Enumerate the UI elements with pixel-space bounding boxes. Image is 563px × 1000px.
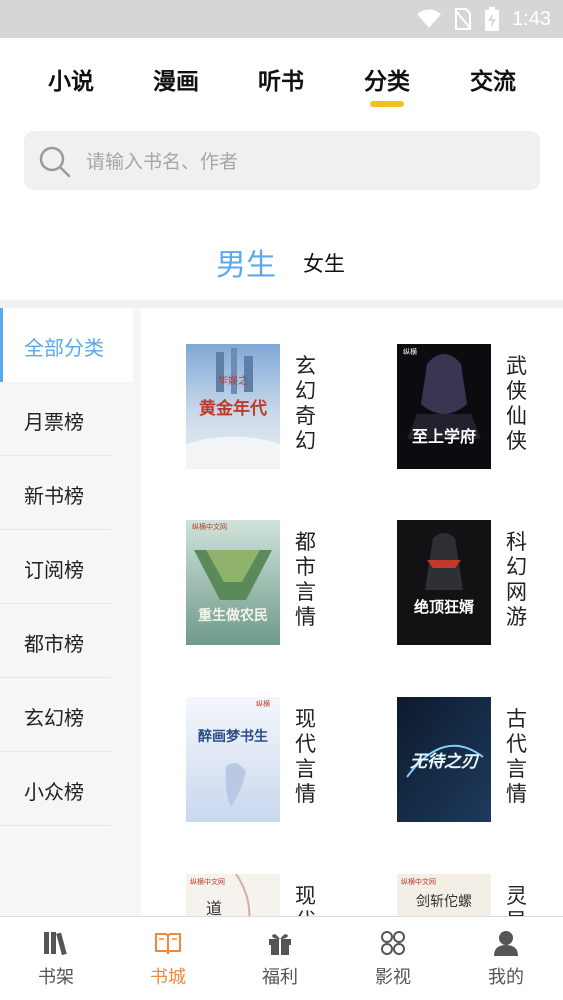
book-cover: 绝顶狂婿 bbox=[397, 520, 491, 645]
nav-bookshelf[interactable]: 书架 bbox=[0, 917, 112, 1000]
category-card[interactable]: 绝顶狂婿 科幻网游 bbox=[397, 520, 563, 650]
cover-brand: 纵横中文网 bbox=[401, 877, 436, 886]
book-cover: 纵横中文网 道 bbox=[186, 874, 280, 916]
book-cover: 无待之刃 bbox=[397, 697, 491, 822]
cover-brand: 纵横中文网 bbox=[190, 877, 225, 886]
sidebar-item-label: 小众榜 bbox=[24, 780, 84, 804]
no-sim-icon bbox=[454, 8, 472, 30]
search-placeholder: 请输入书名、作者 bbox=[86, 151, 239, 173]
category-name: 武侠仙侠 bbox=[506, 354, 527, 453]
sidebar-item-label: 玄幻榜 bbox=[24, 706, 84, 730]
nav-profile[interactable]: 我的 bbox=[450, 917, 562, 1000]
cover-title: 重生做农民 bbox=[198, 607, 268, 624]
cover-title: 道 bbox=[206, 899, 222, 916]
category-card[interactable]: 纵横 醉画梦书生 现代言情 bbox=[186, 697, 366, 827]
cover-brand: 纵横 bbox=[256, 699, 270, 708]
tab-category[interactable]: 分类 bbox=[337, 62, 437, 96]
cover-title: 醉画梦书生 bbox=[198, 728, 268, 745]
open-book-icon bbox=[155, 933, 181, 955]
search-input[interactable]: 请输入书名、作者 bbox=[24, 131, 540, 190]
category-name: 科幻网游 bbox=[506, 530, 527, 629]
top-tabs: 小说 漫画 听书 分类 交流 bbox=[0, 38, 563, 122]
book-cover: 纵横 至上学府 bbox=[397, 344, 491, 469]
nav-label: 书架 bbox=[38, 967, 74, 988]
book-cover: 纵横中文网 重生做农民 bbox=[186, 520, 280, 645]
nav-label: 影视 bbox=[375, 967, 411, 988]
sidebar-item-fantasy[interactable]: 玄幻榜 bbox=[0, 678, 133, 752]
sidebar-item-label: 月票榜 bbox=[24, 410, 84, 434]
gender-female-tab[interactable]: 女生 bbox=[303, 248, 345, 278]
category-name: 玄幻奇幻 bbox=[295, 354, 316, 453]
wifi-icon bbox=[417, 9, 442, 28]
search-icon bbox=[39, 146, 71, 178]
nav-label: 书城 bbox=[150, 967, 186, 988]
book-cover: 华娱之 黄金年代 bbox=[186, 344, 280, 469]
category-card[interactable]: 无待之刃 古代言情 bbox=[397, 697, 563, 827]
sidebar-item-label: 新书榜 bbox=[24, 484, 84, 508]
cover-brand: 纵横 bbox=[403, 347, 417, 356]
active-indicator bbox=[0, 308, 3, 382]
category-sidebar: 全部分类 月票榜 新书榜 订阅榜 都市榜 玄幻榜 小众榜 bbox=[0, 308, 141, 916]
grid-circles-icon bbox=[381, 931, 405, 955]
tab-novel[interactable]: 小说 bbox=[21, 62, 121, 96]
nav-bookstore[interactable]: 书城 bbox=[112, 917, 224, 1000]
bookshelf-icon bbox=[44, 932, 67, 956]
category-card[interactable]: 纵横中文网 重生做农民 都市言情 bbox=[186, 520, 366, 650]
active-tab-indicator bbox=[370, 101, 404, 107]
sidebar-item-monthly-ticket[interactable]: 月票榜 bbox=[0, 382, 133, 456]
person-icon bbox=[494, 931, 518, 956]
gift-icon bbox=[269, 934, 291, 955]
status-icons: 1:43 bbox=[416, 6, 551, 32]
tab-comic[interactable]: 漫画 bbox=[126, 62, 226, 96]
gender-switch: 男生 女生 bbox=[0, 230, 563, 294]
cover-subtitle: 华娱之 bbox=[218, 374, 248, 387]
nav-rewards[interactable]: 福利 bbox=[224, 917, 336, 1000]
book-cover: 纵横中文网 剑斩佗螺 bbox=[397, 874, 491, 916]
bottom-nav: 书架 书城 福利 影视 我的 bbox=[0, 916, 563, 1000]
category-card[interactable]: 纵横中文网 道 现代言情 bbox=[186, 874, 366, 916]
cover-title: 无待之刃 bbox=[409, 752, 480, 772]
section-divider bbox=[0, 300, 563, 308]
sidebar-item-label: 全部分类 bbox=[24, 336, 104, 360]
cover-title: 绝顶狂婿 bbox=[414, 598, 475, 616]
category-card[interactable]: 华娱之 黄金年代 玄幻奇幻 bbox=[186, 344, 366, 474]
sidebar-item-urban[interactable]: 都市榜 bbox=[0, 604, 133, 678]
sidebar-item-label: 都市榜 bbox=[24, 632, 84, 656]
sidebar-item-niche[interactable]: 小众榜 bbox=[0, 752, 133, 826]
book-cover: 纵横 醉画梦书生 bbox=[186, 697, 280, 822]
gender-male-tab[interactable]: 男生 bbox=[216, 240, 276, 284]
status-bar: 1:43 bbox=[0, 0, 563, 38]
category-name: 都市言情 bbox=[295, 530, 316, 629]
sidebar-item-new-books[interactable]: 新书榜 bbox=[0, 456, 133, 530]
tab-audiobook[interactable]: 听书 bbox=[231, 62, 331, 96]
category-name: 现代言情 bbox=[295, 707, 316, 806]
clock: 1:43 bbox=[512, 7, 551, 30]
category-name: 古代言情 bbox=[506, 707, 527, 806]
category-grid: 华娱之 黄金年代 玄幻奇幻 纵横 至上学府 武侠仙侠 纵横中文网 重生做农民 都… bbox=[141, 308, 563, 916]
cover-title: 至上学府 bbox=[412, 427, 476, 446]
cover-title: 黄金年代 bbox=[199, 398, 267, 419]
cover-brand: 纵横中文网 bbox=[192, 522, 227, 531]
battery-charging-icon bbox=[485, 7, 500, 31]
category-card[interactable]: 纵横 至上学府 武侠仙侠 bbox=[397, 344, 563, 474]
nav-label: 福利 bbox=[262, 967, 298, 988]
tab-community[interactable]: 交流 bbox=[443, 62, 543, 96]
category-card[interactable]: 纵横中文网 剑斩佗螺 灵异 bbox=[397, 874, 563, 916]
sidebar-item-label: 订阅榜 bbox=[24, 558, 84, 582]
sidebar-item-all[interactable]: 全部分类 bbox=[0, 308, 133, 382]
divider bbox=[0, 825, 111, 826]
nav-label: 我的 bbox=[488, 967, 524, 988]
category-name: 灵异 bbox=[506, 884, 527, 916]
sidebar-item-subscriptions[interactable]: 订阅榜 bbox=[0, 530, 133, 604]
cover-title: 剑斩佗螺 bbox=[416, 893, 472, 910]
nav-video[interactable]: 影视 bbox=[337, 917, 449, 1000]
category-name: 现代言情 bbox=[295, 884, 316, 916]
